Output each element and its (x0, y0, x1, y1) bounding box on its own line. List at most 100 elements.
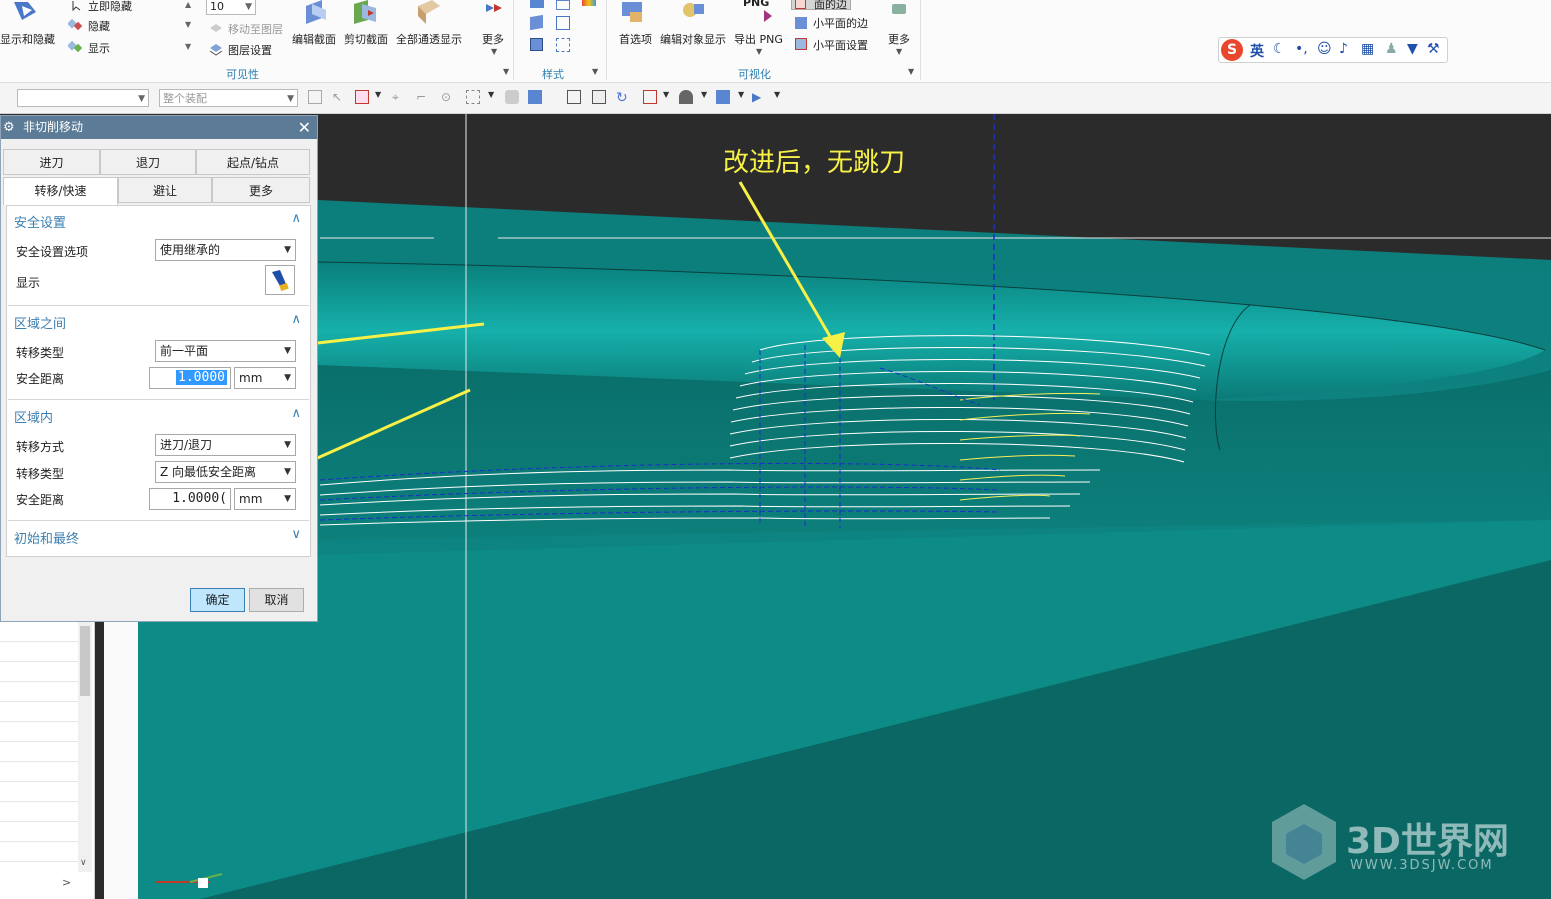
all-through-display-button[interactable]: 全部通透显示 (396, 31, 462, 47)
shaded-edge-cube-icon[interactable] (530, 38, 543, 51)
more-visual-button[interactable]: 更多 (888, 31, 910, 47)
show-hide-button[interactable]: 显示和隐藏 (0, 31, 55, 47)
render-style-icon[interactable] (679, 90, 693, 104)
tab-retract[interactable]: 退刀 (100, 149, 196, 175)
emoji-icon[interactable]: ☺ (1317, 41, 1332, 57)
shaded-cube-icon[interactable] (530, 14, 543, 31)
tab-engage[interactable]: 进刀 (3, 149, 100, 175)
ime-toolbar[interactable]: S 英 ☾ •, ☺ ♪ ▦ ♟ ▼ ⚒ (1218, 37, 1448, 63)
zoom-window-icon[interactable] (592, 90, 606, 104)
clip-section-icon[interactable] (350, 0, 380, 24)
ok-button[interactable]: 确定 (190, 588, 245, 612)
display-filter-dropdown-icon[interactable]: ▼ (774, 90, 788, 104)
select-mode-icon[interactable] (355, 90, 369, 104)
chevron-up-icon[interactable]: ∧ (291, 211, 301, 226)
between-safe-distance-input[interactable]: 1.0000 (149, 367, 231, 389)
cancel-button[interactable]: 取消 (249, 588, 304, 612)
within-transfer-type-select[interactable]: Z 向最低安全距离 ▼ (155, 461, 296, 483)
render-style-dropdown-icon[interactable]: ▼ (701, 90, 715, 104)
facet-edges-button[interactable]: 小平面的边 (813, 15, 868, 31)
between-regions-header[interactable]: 区域之间 (14, 313, 66, 332)
box-select-dropdown-icon[interactable]: ▼ (488, 90, 502, 104)
solid-filter-icon[interactable] (505, 90, 519, 104)
show-button[interactable]: 显示 (88, 40, 110, 56)
more-icon[interactable] (484, 0, 504, 18)
tab-avoidance[interactable]: 避让 (118, 177, 212, 203)
within-transfer-mode-select[interactable]: 进刀/退刀 ▼ (155, 434, 296, 456)
more-visual-icon[interactable] (890, 2, 908, 16)
export-png-button[interactable]: 导出 PNG (734, 31, 783, 47)
face-edges-toggle[interactable]: 面的边 (791, 0, 851, 11)
shaded-view-icon[interactable] (716, 90, 730, 104)
visibility-group-expand-icon[interactable]: ▼ (503, 67, 509, 76)
type-filter-select[interactable]: ▼ (17, 89, 149, 107)
between-transfer-type-select[interactable]: 前一平面 ▼ (155, 340, 296, 362)
within-region-header[interactable]: 区域内 (14, 407, 53, 426)
through-display-icon[interactable] (414, 0, 444, 24)
preferences-icon[interactable] (620, 0, 648, 24)
view-fit-icon[interactable] (567, 90, 581, 104)
assembly-scope-select[interactable]: 整个装配 ▼ (159, 89, 298, 107)
visibility-scroll-up-icon[interactable]: ▲ (185, 0, 191, 9)
moon-icon[interactable]: ☾ (1273, 41, 1286, 57)
show-hide-icon[interactable] (10, 0, 40, 22)
view-orient-icon[interactable] (643, 90, 657, 104)
visibility-scroll-down-icon[interactable]: ▼ (185, 42, 191, 51)
chevron-up-icon[interactable]: ∧ (291, 406, 301, 421)
tab-start-drill-points[interactable]: 起点/钻点 (196, 149, 310, 175)
body-filter-icon[interactable] (528, 90, 542, 104)
style-wire-icon[interactable] (556, 0, 570, 10)
edit-section-button[interactable]: 编辑截面 (292, 31, 336, 47)
microphone-icon[interactable]: ♪ (1339, 41, 1348, 57)
safety-option-select[interactable]: 使用继承的 ▼ (155, 239, 296, 261)
more-button[interactable]: 更多 (482, 31, 504, 47)
navigator-scroll-thumb[interactable] (80, 626, 90, 696)
style-cube-icon[interactable] (530, 0, 544, 8)
style-color-icon[interactable] (582, 0, 596, 6)
endpoint-icon[interactable]: ⌖ (392, 90, 406, 104)
hide-button[interactable]: 隐藏 (88, 18, 110, 34)
chevron-down-icon[interactable]: ▼ (491, 47, 497, 56)
clip-section-button[interactable]: 剪切截面 (344, 31, 388, 47)
within-unit-select[interactable]: mm ▼ (234, 488, 296, 510)
scroll-right-icon[interactable]: > (62, 876, 71, 889)
view-orient-dropdown-icon[interactable]: ▼ (663, 90, 677, 104)
edit-object-display-icon[interactable] (678, 0, 708, 24)
user-icon[interactable]: ♟ (1385, 41, 1398, 57)
chevron-down-icon[interactable]: ▼ (756, 47, 762, 56)
visibility-scroll-mid-icon[interactable]: ▼ (185, 20, 191, 29)
wire-cube-icon[interactable] (556, 16, 570, 30)
initial-final-header[interactable]: 初始和最终 (14, 528, 79, 547)
layer-settings-button[interactable]: 图层设置 (228, 42, 272, 58)
snap-point-icon[interactable] (308, 90, 322, 104)
navigator-scrollbar[interactable]: ∨ (78, 622, 92, 872)
move-to-layer-button[interactable]: 移动至图层 (228, 21, 283, 37)
shaded-view-dropdown-icon[interactable]: ▼ (738, 90, 752, 104)
ime-mode-toggle[interactable]: 英 (1250, 41, 1264, 61)
skin-icon[interactable]: ▼ (1407, 41, 1418, 57)
edit-object-display-button[interactable]: 编辑对象显示 (660, 31, 726, 47)
safety-settings-header[interactable]: 安全设置 (14, 212, 66, 231)
tab-transfer-rapid[interactable]: 转移/快速 (3, 177, 118, 205)
facet-settings-button[interactable]: 小平面设置 (813, 37, 868, 53)
chevron-down-icon[interactable]: ▼ (896, 47, 902, 56)
dialog-title-bar[interactable]: ⚙ 非切削移动 ✕ (1, 116, 317, 139)
select-arrow-icon[interactable]: ↖ (332, 90, 346, 104)
style-group-expand-icon[interactable]: ▼ (592, 67, 598, 76)
select-mode-dropdown-icon[interactable]: ▼ (375, 90, 389, 104)
display-button[interactable] (265, 265, 295, 295)
wrench-icon[interactable]: ⚒ (1427, 41, 1440, 57)
center-icon[interactable]: ⊙ (441, 90, 455, 104)
within-safe-distance-input[interactable]: 1.0000( (149, 488, 231, 510)
tab-more[interactable]: 更多 (212, 177, 310, 203)
punctuation-icon[interactable]: •, (1295, 41, 1308, 57)
hidden-line-cube-icon[interactable] (556, 38, 570, 52)
chevron-up-icon[interactable]: ∧ (291, 312, 301, 327)
display-filter-icon[interactable]: ▶ (752, 90, 766, 104)
between-unit-select[interactable]: mm ▼ (234, 367, 296, 389)
chevron-down-icon[interactable]: ∨ (291, 527, 301, 542)
rotate-icon[interactable]: ↻ (616, 90, 630, 106)
edit-section-icon[interactable] (302, 0, 330, 24)
scroll-down-icon[interactable]: ∨ (80, 858, 87, 868)
immediate-hide-button[interactable]: 立即隐藏 (88, 0, 132, 14)
